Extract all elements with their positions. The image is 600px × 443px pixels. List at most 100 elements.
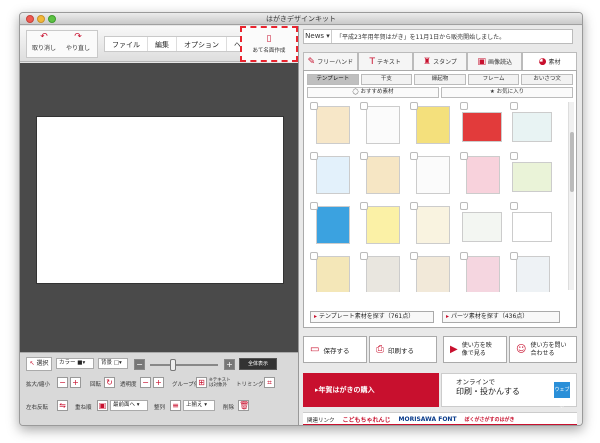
template-thumbnail[interactable] (360, 252, 404, 292)
template-thumbnail[interactable] (460, 252, 504, 292)
scroll-thumb[interactable] (570, 132, 574, 192)
fit-all-button[interactable]: 全体表示 (239, 358, 277, 370)
postcard-canvas[interactable] (36, 116, 284, 284)
zoom-out-button[interactable]: − (134, 359, 145, 370)
link-bokuga[interactable]: ぼくがさがすのはがき (465, 416, 515, 423)
template-thumbnail[interactable] (310, 102, 354, 152)
favorite-checkbox[interactable] (460, 152, 468, 160)
favorite-checkbox[interactable] (360, 252, 368, 260)
select-button[interactable]: ↖ 選択 (26, 357, 52, 371)
template-thumbnail[interactable] (360, 102, 404, 152)
favorite-checkbox[interactable] (360, 102, 368, 110)
favorite-checkbox[interactable] (310, 252, 318, 260)
order-icon-button[interactable]: ▣ (97, 400, 108, 411)
subtab-greeting[interactable]: おいさつ文 (521, 74, 573, 85)
print-button[interactable]: ⎙ 印刷する (369, 336, 437, 363)
template-thumbnail[interactable] (360, 202, 404, 252)
news-text[interactable]: 「平成23年用年賀はがき」を11月1日から販売開始しました。 (332, 32, 505, 41)
color-select[interactable]: カラー ■▾ (56, 358, 94, 369)
favorite-checkbox[interactable] (460, 202, 468, 210)
template-thumbnail[interactable] (460, 152, 504, 202)
recommended-tab[interactable]: ◯ おすすめ素材 (307, 87, 439, 98)
favorite-checkbox[interactable] (310, 102, 318, 110)
template-thumbnail[interactable] (310, 202, 354, 252)
thumbnail-image (462, 212, 502, 242)
tab-image-load[interactable]: ▣ 画像読込 (467, 52, 523, 70)
favorite-checkbox[interactable] (410, 252, 418, 260)
favorites-tab[interactable]: ★ お気に入り (441, 87, 573, 98)
favorite-checkbox[interactable] (310, 202, 318, 210)
favorite-checkbox[interactable] (510, 202, 518, 210)
template-thumbnail[interactable] (310, 252, 354, 292)
flip-button[interactable]: ⇋ (57, 400, 68, 411)
tab-stamp[interactable]: ♜ スタンプ (412, 52, 468, 70)
favorite-checkbox[interactable] (410, 202, 418, 210)
menu-file[interactable]: ファイル (105, 37, 148, 51)
tools-row-1: ↖ 選択 カラー ■▾ 背景 □▾ − + 全体表示 (20, 355, 298, 373)
thumbnail-image (316, 206, 350, 244)
favorite-checkbox[interactable] (360, 152, 368, 160)
template-thumbnail[interactable] (410, 252, 454, 292)
favorite-checkbox[interactable] (410, 152, 418, 160)
video-help-button[interactable]: ▶ 使い方を映像で見る (443, 336, 507, 363)
template-thumbnail[interactable] (410, 102, 454, 152)
tab-freehand[interactable]: ✎ フリーハンド (303, 52, 358, 70)
favorite-checkbox[interactable] (510, 102, 518, 110)
order-select[interactable]: 最前面へ ▾ (110, 400, 148, 411)
online-print-banner[interactable]: オンラインで 印刷・投かんする ウェブポ (441, 373, 577, 409)
favorite-checkbox[interactable] (310, 152, 318, 160)
align-select[interactable]: 上揃え ▾ (183, 400, 215, 411)
template-thumbnail[interactable] (510, 152, 554, 202)
align-icon-button[interactable]: ≡ (170, 400, 181, 411)
delete-label: 削除 (223, 405, 235, 411)
redo-button[interactable]: ↷ やり直し (62, 30, 94, 58)
tab-materials[interactable]: ◕ 素材 (522, 52, 577, 70)
menu-edit[interactable]: 編集 (148, 37, 177, 51)
template-thumbnail[interactable] (410, 152, 454, 202)
template-thumbnail[interactable] (460, 102, 504, 152)
template-thumbnail[interactable] (310, 152, 354, 202)
find-templates-button[interactable]: ▸ テンプレート素材を探す（761点） (310, 311, 434, 323)
trash-icon[interactable]: 🗑 (238, 400, 249, 411)
group-button[interactable]: ⊞ (196, 377, 207, 388)
trim-button[interactable]: ⌗ (264, 377, 275, 388)
template-thumbnail[interactable] (360, 152, 404, 202)
favorite-checkbox[interactable] (510, 152, 518, 160)
tab-text[interactable]: T テキスト (357, 52, 413, 70)
favorite-checkbox[interactable] (360, 202, 368, 210)
save-button[interactable]: ▭ 保存する (303, 336, 367, 363)
favorite-checkbox[interactable] (460, 102, 468, 110)
zoom-slider-handle[interactable] (170, 359, 176, 371)
link-kodomo[interactable]: こどもちゃれんじ (343, 415, 391, 424)
news-label[interactable]: News ▾ (304, 30, 332, 43)
subtab-lucky[interactable]: 縁起物 (414, 74, 466, 85)
opacity-down-button[interactable]: − (140, 377, 151, 388)
address-side-button[interactable]: ▯ あて名面作成 (240, 26, 298, 62)
link-morisawa[interactable]: MORISAWA FONT (399, 416, 457, 423)
favorite-checkbox[interactable] (460, 252, 468, 260)
template-thumbnail[interactable] (460, 202, 504, 252)
zoom-slider[interactable] (150, 364, 218, 366)
undo-button[interactable]: ↶ 取り消し (28, 30, 60, 58)
grid-scrollbar[interactable] (568, 102, 574, 290)
template-thumbnail[interactable] (410, 202, 454, 252)
zoom-in-button[interactable]: + (224, 359, 235, 370)
contact-button[interactable]: ☺ 使い方を問い合わせる (509, 336, 577, 363)
template-thumbnail[interactable] (510, 202, 554, 252)
subtab-eto[interactable]: 干支 (360, 74, 413, 85)
enlarge-button[interactable]: + (70, 377, 81, 388)
template-thumbnail[interactable] (510, 252, 554, 292)
template-thumbnail[interactable] (510, 102, 554, 152)
favorite-checkbox[interactable] (410, 102, 418, 110)
shrink-button[interactable]: − (57, 377, 68, 388)
buy-postcards-banner[interactable]: ▸ 年賀はがきの購入 (303, 373, 439, 407)
subtab-template[interactable]: テンプレート (307, 74, 359, 85)
menu-options[interactable]: オプション (177, 37, 227, 51)
background-select[interactable]: 背景 □▾ (98, 358, 128, 369)
favorite-checkbox[interactable] (510, 252, 518, 260)
opacity-up-button[interactable]: + (153, 377, 164, 388)
subtab-frame[interactable]: フレーム (467, 74, 520, 85)
find-parts-button[interactable]: ▸ パーツ素材を探す（436点） (442, 311, 560, 323)
thumbnail-image (416, 206, 450, 244)
rotate-button[interactable]: ↻ (104, 377, 115, 388)
